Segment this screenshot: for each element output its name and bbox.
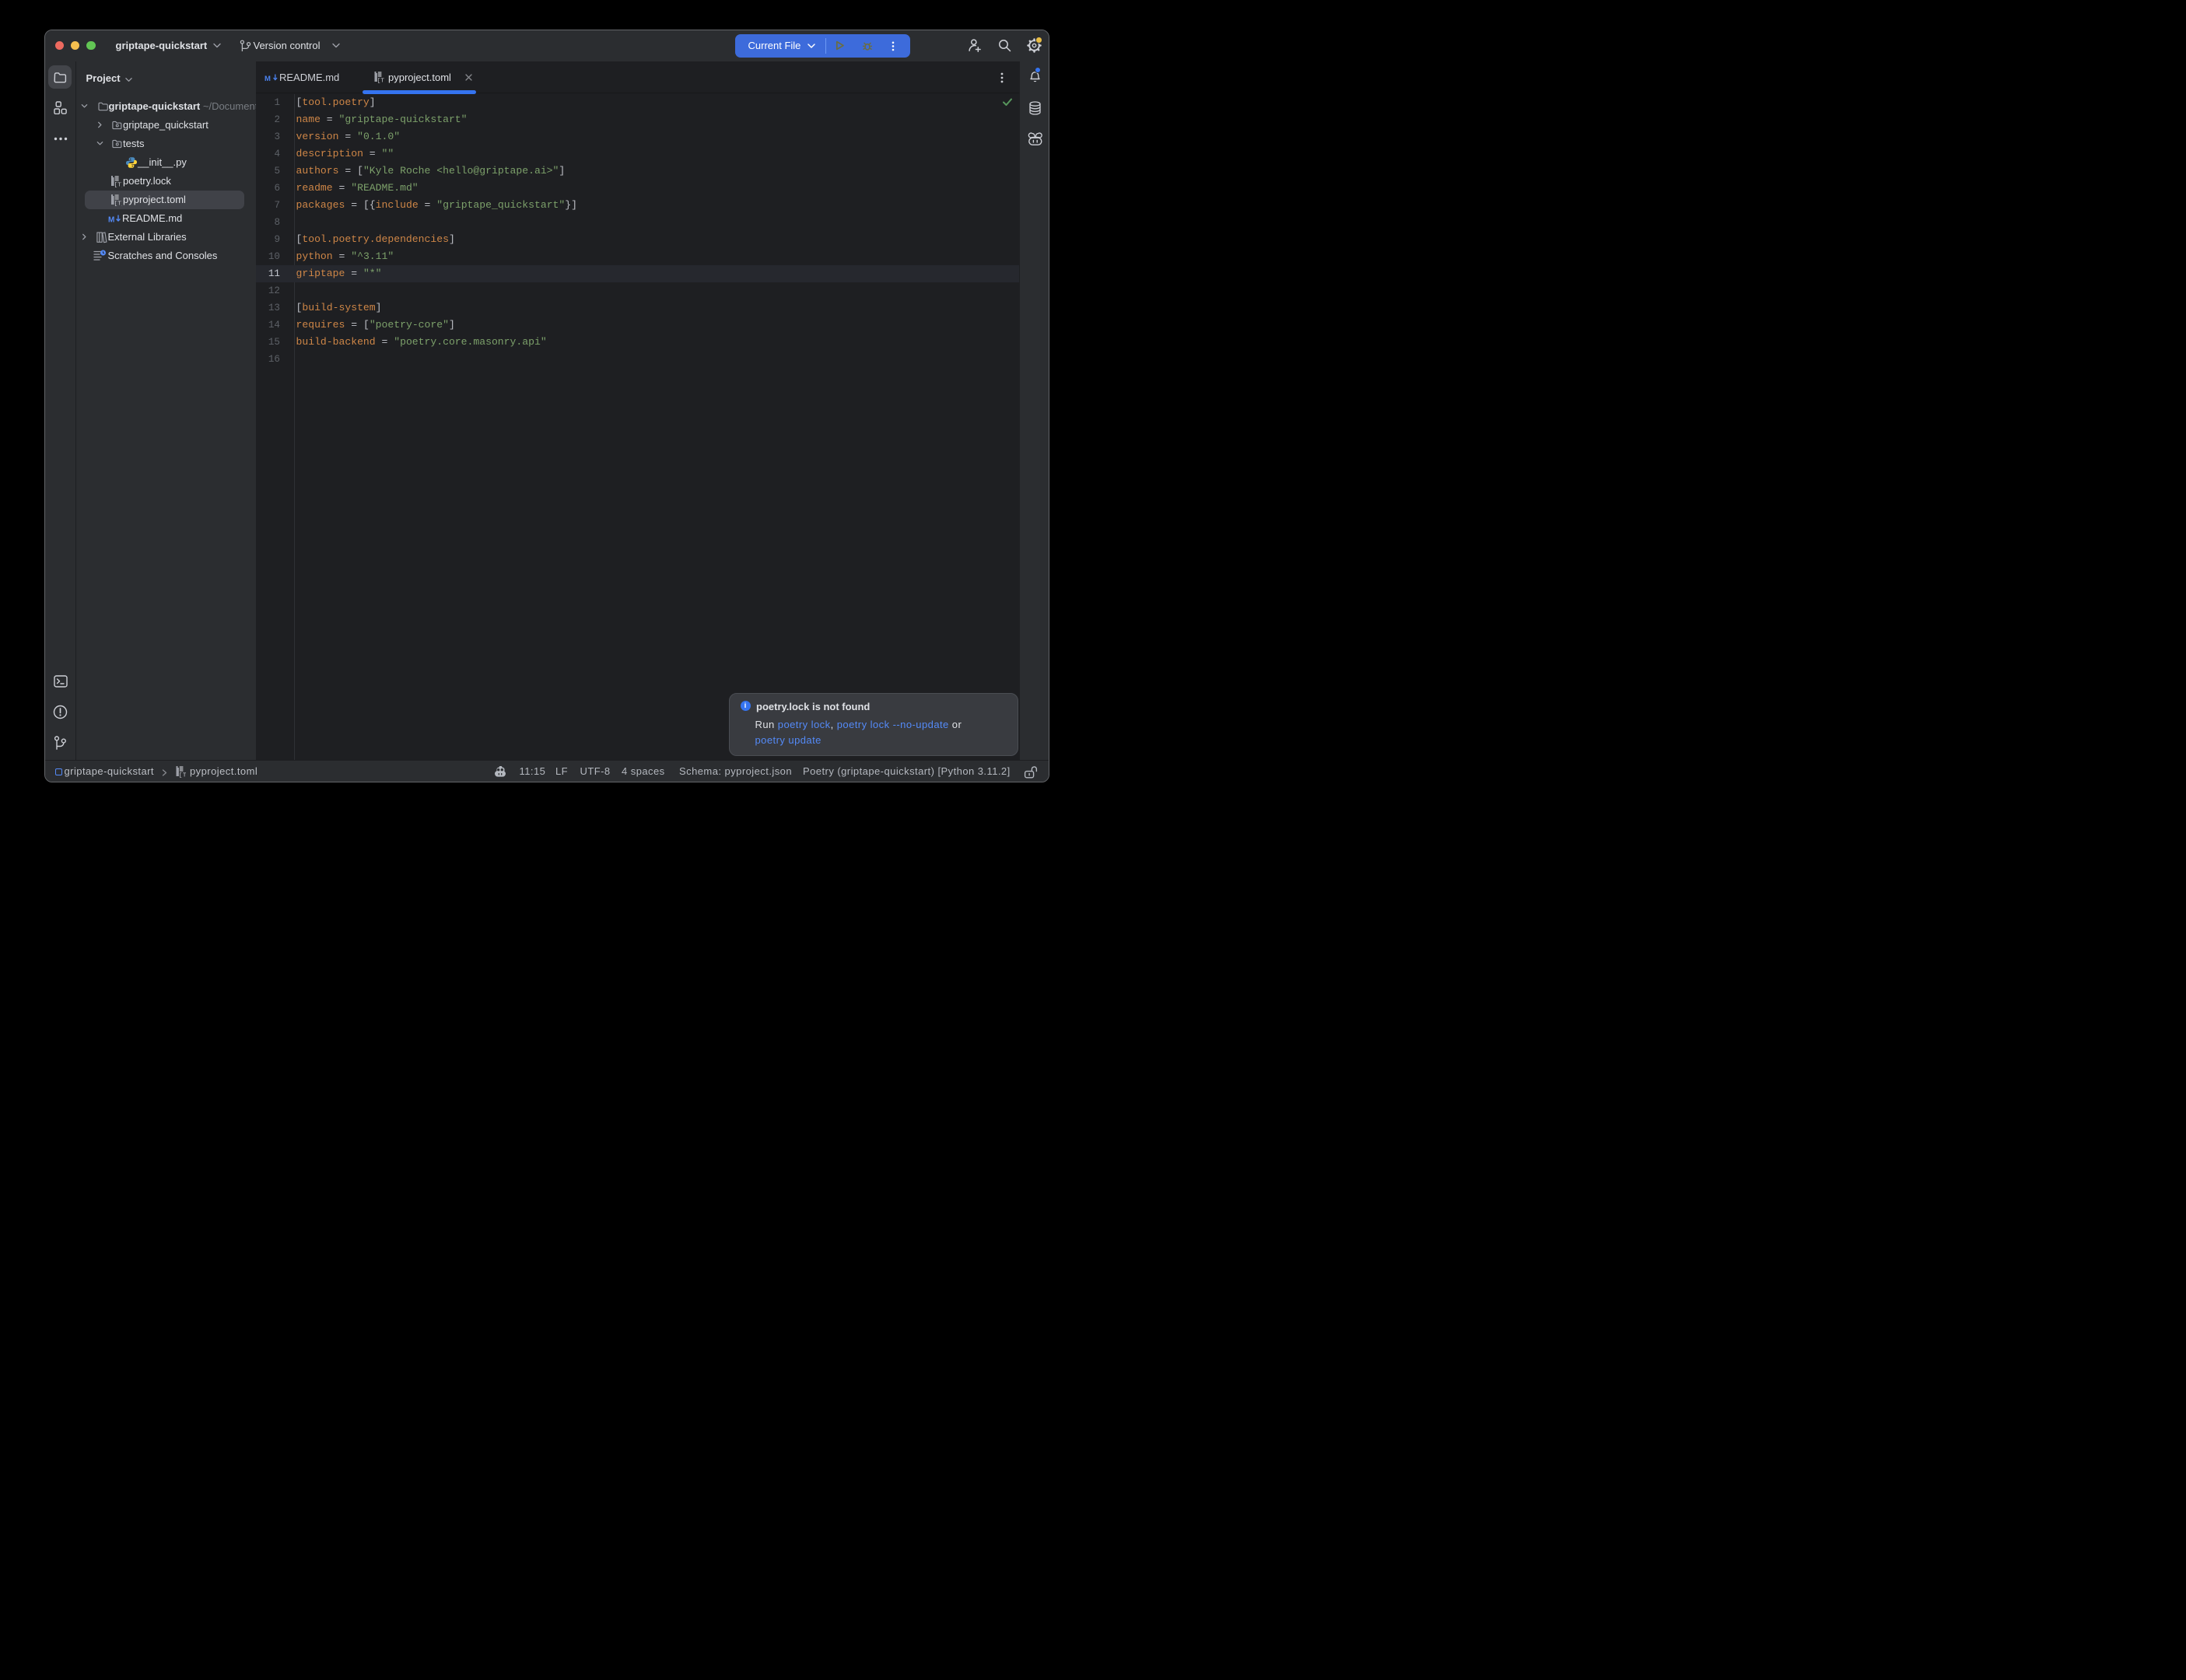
- svg-text:M: M: [264, 75, 271, 82]
- svg-text:[T]: [T]: [377, 78, 384, 83]
- svg-text:[T]: [T]: [114, 182, 122, 187]
- svg-text:M: M: [108, 215, 114, 223]
- svg-text:[T]: [T]: [178, 772, 185, 778]
- svg-text:[T]: [T]: [114, 201, 122, 206]
